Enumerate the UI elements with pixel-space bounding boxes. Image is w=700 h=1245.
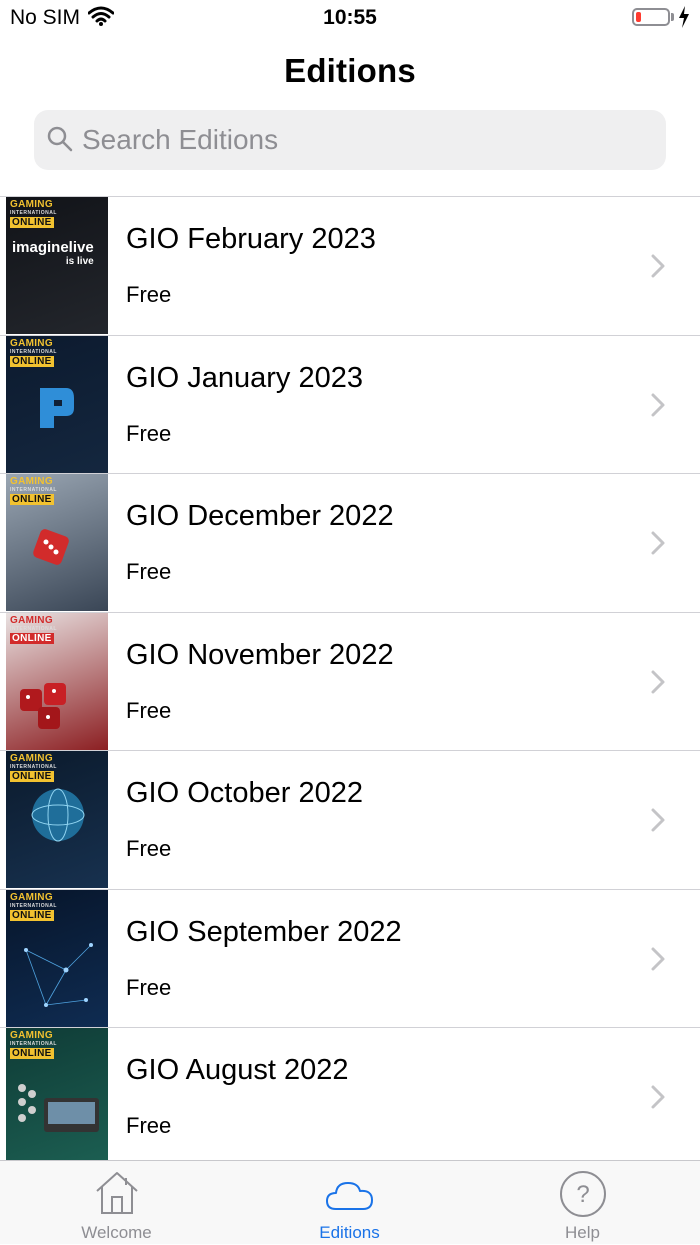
cover-logo-mark xyxy=(40,387,74,428)
cover-dice-image xyxy=(33,529,69,565)
tab-welcome[interactable]: Welcome xyxy=(0,1161,233,1245)
cover-dice-image xyxy=(20,682,66,729)
chevron-right-icon xyxy=(650,1084,666,1115)
edition-price: Free xyxy=(126,420,172,446)
edition-title: GIO September 2022 xyxy=(126,915,402,948)
edition-title: GIO February 2023 xyxy=(126,223,376,255)
cover-brand: GAMING INTERNATIONAL ONLINE xyxy=(10,614,57,644)
edition-cover-image: GAMING INTERNATIONAL ONLINE xyxy=(6,889,108,1027)
tab-label: Welcome xyxy=(81,1223,152,1242)
battery-icon xyxy=(632,8,670,26)
page-title: Editions xyxy=(284,52,416,89)
edition-title: GIO January 2023 xyxy=(126,361,363,394)
search-icon xyxy=(46,125,74,158)
edition-cover-image: GAMING INTERNATIONAL ONLINE xyxy=(6,612,108,750)
cover-brand: GAMING INTERNATIONAL ONLINE xyxy=(10,337,57,367)
tab-help[interactable]: ? Help xyxy=(466,1161,699,1245)
edition-cover-image: GAMING INTERNATIONAL ONLINE xyxy=(6,474,108,611)
edition-cover-image: GAMING INTERNATIONAL ONLINE xyxy=(6,335,108,473)
search-input[interactable] xyxy=(82,120,642,160)
edition-row[interactable]: GAMING INTERNATIONAL ONLINE GIO December 2… xyxy=(0,474,700,613)
cover-brand: GAMING INTERNATIONAL ONLINE xyxy=(10,753,57,782)
edition-title: GIO November 2022 xyxy=(126,638,394,671)
tab-label: Help xyxy=(565,1223,600,1242)
edition-title: GIO August 2022 xyxy=(126,1054,349,1086)
edition-row[interactable]: GAMING INTERNATIONAL ONLINE GIO November 2… xyxy=(0,612,700,751)
cover-globe-image xyxy=(31,788,85,842)
edition-price: Free xyxy=(126,974,172,1000)
cover-network-image xyxy=(24,942,93,1007)
chevron-right-icon xyxy=(650,669,666,700)
chevron-right-icon xyxy=(650,253,666,284)
house-icon xyxy=(93,1169,141,1222)
edition-cover-image: GAMING INTERNATIONAL ONLINE xyxy=(6,1028,108,1165)
battery-level xyxy=(636,12,641,22)
tab-bar: Welcome Editions ? Help xyxy=(0,1160,700,1244)
edition-row[interactable]: GAMING INTERNATIONAL ONLINE imaginelive is … xyxy=(0,197,700,336)
editions-list: GAMING INTERNATIONAL ONLINE imaginelive is … xyxy=(0,197,700,1167)
svg-text:?: ? xyxy=(576,1181,589,1208)
tab-label: Editions xyxy=(319,1223,380,1242)
battery-cap xyxy=(671,13,674,21)
edition-row[interactable]: GAMING INTERNATIONAL ONLINE GIO August 202… xyxy=(0,1028,700,1167)
chevron-right-icon xyxy=(650,530,666,561)
edition-row[interactable]: GAMING INTERNATIONAL ONLINE GIO September … xyxy=(0,889,700,1028)
edition-title: GIO October 2022 xyxy=(126,777,363,809)
cover-brand: GAMING INTERNATIONAL ONLINE xyxy=(10,199,57,228)
status-bar: No SIM 10:55 xyxy=(0,0,700,40)
cloud-icon xyxy=(324,1169,376,1220)
clock: 10:55 xyxy=(323,6,377,29)
edition-price: Free xyxy=(126,282,172,307)
cover-headline: imaginelive is live xyxy=(12,239,94,267)
cover-brand: GAMING INTERNATIONAL ONLINE xyxy=(10,476,57,505)
edition-cover-image: GAMING INTERNATIONAL ONLINE xyxy=(6,751,108,888)
question-circle-icon: ? xyxy=(558,1169,608,1224)
cover-brand: GAMING INTERNATIONAL ONLINE xyxy=(10,1030,57,1059)
edition-title: GIO December 2022 xyxy=(126,500,394,532)
edition-price: Free xyxy=(126,836,172,861)
cover-brand: GAMING INTERNATIONAL ONLINE xyxy=(10,891,57,921)
tab-editions[interactable]: Editions xyxy=(233,1161,466,1245)
edition-row[interactable]: GAMING INTERNATIONAL ONLINE GIO October 20… xyxy=(0,751,700,890)
edition-price: Free xyxy=(126,1113,172,1138)
charging-bolt-icon xyxy=(678,6,690,33)
chevron-right-icon xyxy=(650,392,666,423)
search-bar[interactable] xyxy=(34,110,666,170)
edition-cover-image: GAMING INTERNATIONAL ONLINE imaginelive is … xyxy=(6,197,108,334)
edition-row[interactable]: GAMING INTERNATIONAL ONLINE GIO January 20… xyxy=(0,335,700,474)
edition-price: Free xyxy=(126,559,172,584)
edition-price: Free xyxy=(126,697,172,723)
cover-casino-image xyxy=(18,1084,99,1132)
chevron-right-icon xyxy=(650,807,666,838)
chevron-right-icon xyxy=(650,946,666,977)
